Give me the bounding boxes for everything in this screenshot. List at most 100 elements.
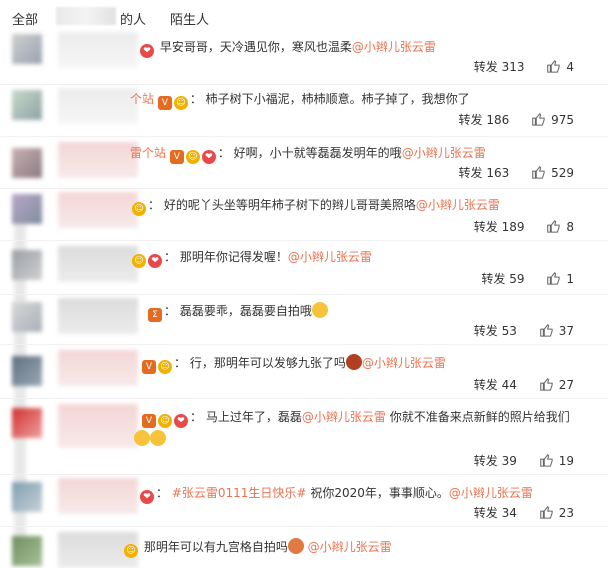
emoji-line [134, 430, 166, 446]
avatar[interactable] [12, 90, 42, 120]
username-blurred[interactable] [58, 298, 138, 334]
comment-row: ❤ 早安哥哥，天冷遇见你，寒风也温柔@小辫儿张云雷 转发 313 4 [0, 32, 608, 85]
repost-button[interactable]: 转发 163 [459, 166, 510, 180]
mention-link[interactable]: @小辫儿张云雷 [308, 540, 392, 554]
hashtag-link[interactable]: #张云雷0111生日快乐# [172, 486, 307, 500]
like-button[interactable]: 19 [539, 453, 574, 468]
comment-row: ☺ ❤： 那明年你记得发喔！@小辫儿张云雷 转发 59 1 [0, 240, 608, 295]
repost-button[interactable]: 转发 313 [474, 60, 525, 74]
like-button[interactable]: 1 [546, 271, 574, 286]
comment-text: ❤： #张云雷0111生日快乐# 祝你2020年，事事顺心。@小辫儿张云雷 [140, 484, 533, 504]
avatar[interactable] [12, 148, 42, 178]
fan-level-icon: ☺ [173, 96, 188, 110]
fan-level-icon: ☺ [185, 150, 200, 164]
heart-icon: ❤ [174, 414, 188, 428]
mention-link[interactable]: @小辫儿张云雷 [352, 40, 436, 54]
avatar[interactable] [12, 250, 42, 280]
repost-button[interactable]: 转发 53 [474, 324, 517, 338]
like-button[interactable]: 27 [539, 377, 574, 392]
comment-text: ☺ ❤： 那明年你记得发喔！@小辫儿张云雷 [132, 248, 372, 268]
fan-level-icon: ☺ [158, 414, 172, 428]
mention-link[interactable]: @小辫儿张云雷 [402, 146, 486, 160]
username-blurred[interactable] [58, 350, 138, 386]
comment-actions: 转发 163 529 [459, 164, 574, 181]
username-blurred[interactable] [58, 246, 138, 282]
comment-row: ☺ 那明年可以有九宫格自拍吗 @小辫儿张云雷 [0, 526, 608, 568]
like-button[interactable]: 23 [539, 505, 574, 520]
username-blurred[interactable] [58, 192, 138, 228]
verified-badge-icon: V [157, 96, 172, 110]
repost-button[interactable]: 转发 59 [481, 272, 524, 286]
emoji-icon [287, 538, 304, 554]
like-button[interactable]: 37 [539, 323, 574, 338]
comment-actions: 转发 53 37 [474, 322, 574, 339]
repost-button[interactable]: 转发 39 [474, 454, 517, 468]
like-button[interactable]: 975 [531, 112, 574, 127]
thumbs-up-icon [539, 323, 553, 337]
filter-blurred [56, 7, 116, 25]
fan-level-icon: ☺ [132, 254, 146, 268]
thumbs-up-icon [539, 505, 553, 519]
thumbs-up-icon [546, 219, 561, 233]
heart-icon: ❤ [201, 150, 216, 164]
emoji-icon [311, 302, 328, 318]
fan-badge-icon: ❤ [140, 44, 154, 58]
avatar[interactable] [12, 536, 42, 566]
fan-level-icon: ☺ [132, 202, 146, 216]
comment-text: ❤ 早安哥哥，天冷遇见你，寒风也温柔@小辫儿张云雷 [140, 38, 436, 58]
mention-link[interactable]: @小辫儿张云雷 [288, 250, 372, 264]
repost-button[interactable]: 转发 44 [474, 378, 517, 392]
comment-text: V ☺： 行，那明年可以发够九张了吗 @小辫儿张云雷 [142, 354, 446, 374]
username-blurred[interactable] [58, 32, 138, 68]
comment-text: V ☺ ❤： 马上过年了，磊磊@小辫儿张云雷 你就不准备来点新鲜的照片给我们 [142, 408, 570, 428]
username-blurred[interactable] [58, 478, 138, 514]
avatar[interactable] [12, 34, 42, 64]
comment-row: V ☺： 行，那明年可以发够九张了吗 @小辫儿张云雷 转发 44 27 [0, 344, 608, 399]
comment-text: Σ： 磊磊要乖，磊磊要自拍哦 [148, 302, 328, 322]
thumbs-up-icon [546, 59, 561, 73]
mention-link[interactable]: @小辫儿张云雷 [362, 356, 446, 370]
avatar[interactable] [12, 356, 42, 386]
username-blurred[interactable] [58, 88, 138, 124]
heart-icon: ❤ [148, 254, 162, 268]
comment-row: ❤： #张云雷0111生日快乐# 祝你2020年，事事顺心。@小辫儿张云雷 转发… [0, 474, 608, 527]
heart-icon: ❤ [140, 490, 154, 504]
thumbs-up-icon [539, 453, 553, 467]
like-button[interactable]: 4 [546, 59, 574, 74]
verified-badge-icon: V [169, 150, 184, 164]
mention-link[interactable]: @小辫儿张云雷 [449, 486, 533, 500]
filter-stranger[interactable]: 陌生人 [170, 9, 209, 28]
username-blurred[interactable] [58, 142, 138, 178]
emoji-icon [134, 430, 150, 446]
comment-row: V ☺ ❤： 马上过年了，磊磊@小辫儿张云雷 你就不准备来点新鲜的照片给我们 转发 … [0, 398, 608, 475]
comment-actions: 转发 44 27 [474, 376, 574, 393]
fan-level-icon: ☺ [124, 544, 138, 558]
repost-button[interactable]: 转发 34 [474, 506, 517, 520]
comment-text: 个站 V ☺： 柿子树下小福泥，柿柿顺意。柿子掉了，我想你了 [130, 92, 470, 110]
filter-all[interactable]: 全部 [12, 9, 38, 28]
comment-text: ☺： 好的呢丫头坐等明年柿子树下的辫儿哥哥美照咯@小辫儿张云雷 [132, 196, 500, 216]
verified-badge-icon: V [142, 414, 156, 428]
thumbs-up-icon [546, 271, 561, 285]
comment-text: ☺ 那明年可以有九宫格自拍吗 @小辫儿张云雷 [124, 538, 392, 558]
mention-link[interactable]: @小辫儿张云雷 [302, 410, 386, 424]
comment-actions: 转发 34 23 [474, 504, 574, 521]
comment-actions: 转发 59 1 [481, 270, 574, 287]
comment-row: 雷个站 V ☺ ❤： 好啊，小十就等磊磊发明年的哦@小辫儿张云雷 转发 163 52… [0, 136, 608, 189]
thumbs-up-icon [539, 377, 553, 391]
thumbs-up-icon [531, 112, 545, 126]
repost-button[interactable]: 转发 186 [459, 113, 510, 127]
avatar[interactable] [12, 408, 42, 438]
username-blurred[interactable] [58, 404, 138, 448]
comment-actions: 转发 189 8 [474, 218, 574, 235]
avatar[interactable] [12, 194, 42, 224]
repost-button[interactable]: 转发 189 [474, 220, 525, 234]
filter-following[interactable]: 的人 [120, 9, 146, 28]
level-badge-icon: Σ [148, 308, 162, 322]
avatar[interactable] [12, 302, 42, 332]
mention-link[interactable]: @小辫儿张云雷 [416, 198, 500, 212]
like-button[interactable]: 8 [546, 219, 574, 234]
like-button[interactable]: 529 [531, 165, 574, 180]
avatar[interactable] [12, 482, 42, 512]
comment-filter-bar: 全部 的人 陌生人 [0, 0, 608, 32]
